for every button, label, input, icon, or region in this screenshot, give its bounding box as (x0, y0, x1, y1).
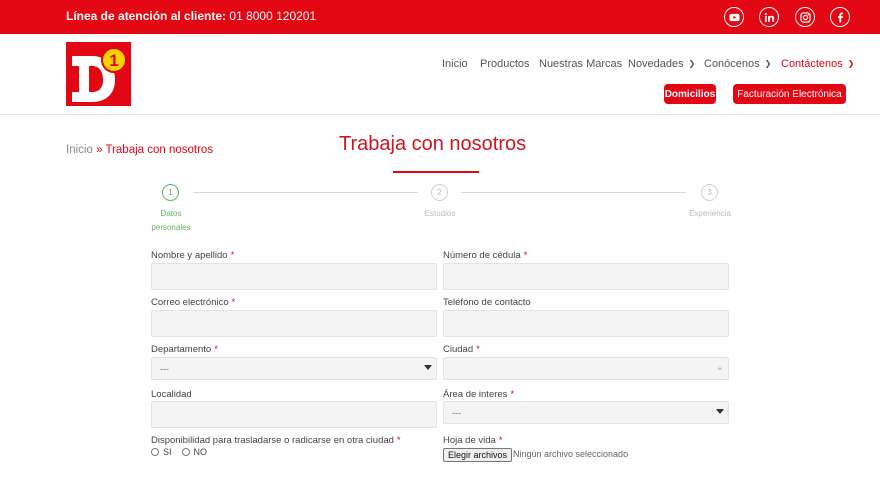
list-icon: ≡ (717, 364, 722, 373)
hotline-number[interactable]: 01 8000 120201 (229, 9, 316, 23)
breadcrumb-home[interactable]: Inicio (66, 144, 93, 156)
nav-conocenos-label: Conócenos (704, 58, 760, 70)
nav-contactenos-label: Contáctenos (781, 58, 843, 70)
correo-label: Correo electrónico * (151, 297, 235, 308)
disponibilidad-options: SI NO (151, 447, 207, 457)
departamento-select[interactable]: --- (151, 357, 437, 380)
logo-number: 1 (109, 51, 118, 70)
step-3-circle[interactable]: 3 (701, 184, 718, 201)
hoja-de-vida-label-text: Hoja de vida (443, 435, 496, 446)
linkedin-icon[interactable] (759, 7, 779, 27)
cedula-label-text: Número de cédula (443, 250, 521, 261)
hoja-de-vida-label: Hoja de vida * (443, 435, 503, 446)
page-title: Trabaja con nosotros (339, 133, 527, 155)
required-mark: * (498, 435, 503, 446)
area-select[interactable]: --- (443, 401, 729, 424)
radio-no[interactable] (181, 448, 190, 456)
disponibilidad-label-text: Disponibilidad para trasladarse o radica… (151, 435, 394, 446)
required-mark: * (523, 250, 528, 261)
site-header: 1 Inicio Productos Nuestras Marcas Noved… (0, 34, 880, 115)
radio-si-label: SI (163, 447, 172, 457)
d1-logo[interactable]: 1 (66, 42, 131, 106)
telefono-label: Teléfono de contacto (443, 297, 531, 308)
required-mark: * (231, 297, 236, 308)
nav-novedades[interactable]: Novedades ❯ (628, 58, 695, 70)
domicilios-button[interactable]: Domicilios (664, 84, 716, 104)
nav-nuestras-marcas[interactable]: Nuestras Marcas (539, 58, 622, 70)
nombre-label: Nombre y apellido * (151, 250, 234, 261)
caret-down-icon (424, 365, 432, 370)
instagram-icon[interactable] (795, 7, 815, 27)
chevron-down-icon: ❯ (764, 59, 772, 68)
step-2-label: Estudios (424, 209, 456, 218)
facturacion-electronica-button[interactable]: Facturación Electrónica (733, 84, 846, 104)
correo-field[interactable] (151, 310, 437, 337)
ciudad-label: Ciudad * (443, 344, 480, 355)
breadcrumb-current: Trabaja con nosotros (105, 144, 214, 156)
step-connector (193, 192, 418, 193)
departamento-label: Departamento * (151, 344, 218, 355)
cedula-label: Número de cédula * (443, 250, 527, 261)
nav-inicio[interactable]: Inicio (442, 58, 468, 70)
nav-contactenos[interactable]: Contáctenos ❯ (781, 58, 854, 70)
nav-productos[interactable]: Productos (480, 58, 530, 70)
correo-label-text: Correo electrónico (151, 297, 229, 308)
required-mark: * (510, 389, 515, 400)
required-mark: * (214, 344, 218, 355)
step-1-label: Datos personales (151, 209, 191, 232)
youtube-icon[interactable] (724, 7, 744, 27)
departamento-label-text: Departamento (151, 344, 212, 355)
chevron-down-icon: ❯ (688, 59, 696, 68)
nombre-field[interactable] (151, 263, 437, 290)
step-1-circle[interactable]: 1 (162, 184, 179, 201)
chevron-down-icon: ❯ (847, 59, 855, 68)
telefono-field[interactable] (443, 310, 729, 337)
radio-no-label: NO (193, 447, 208, 457)
ciudad-select[interactable]: ≡ (443, 357, 729, 380)
localidad-label: Localidad (151, 389, 192, 400)
step-3-label: Experiencia (689, 209, 731, 218)
customer-hotline: Línea de atención al cliente: 01 8000 12… (66, 9, 316, 23)
disponibilidad-label: Disponibilidad para trasladarse o radica… (151, 435, 401, 446)
caret-down-icon (716, 409, 724, 414)
hotline-label: Línea de atención al cliente: (66, 9, 227, 23)
departamento-value: --- (160, 363, 169, 374)
nombre-label-text: Nombre y apellido (151, 250, 228, 261)
facebook-icon[interactable] (830, 7, 850, 27)
required-mark: * (230, 250, 235, 261)
breadcrumb-separator: » (96, 144, 103, 156)
required-mark: * (476, 344, 480, 355)
breadcrumb: Inicio » Trabaja con nosotros (66, 144, 213, 156)
ciudad-label-text: Ciudad (443, 344, 474, 355)
file-status: Ningún archivo seleccionado (513, 449, 629, 459)
nav-novedades-label: Novedades (628, 58, 684, 70)
top-bar: Línea de atención al cliente: 01 8000 12… (0, 0, 880, 34)
required-mark: * (396, 435, 401, 446)
title-underline (393, 171, 479, 173)
area-label: Área de interes * (443, 389, 514, 400)
step-2-circle[interactable]: 2 (431, 184, 448, 201)
nav-conocenos[interactable]: Conócenos ❯ (704, 58, 771, 70)
choose-files-button[interactable]: Elegir archivos (443, 448, 513, 462)
localidad-field[interactable] (151, 401, 437, 428)
area-label-text: Área de interes (443, 389, 508, 400)
area-value: --- (452, 407, 461, 418)
radio-si[interactable] (151, 448, 159, 456)
cedula-field[interactable] (443, 263, 729, 290)
step-connector (461, 192, 686, 193)
